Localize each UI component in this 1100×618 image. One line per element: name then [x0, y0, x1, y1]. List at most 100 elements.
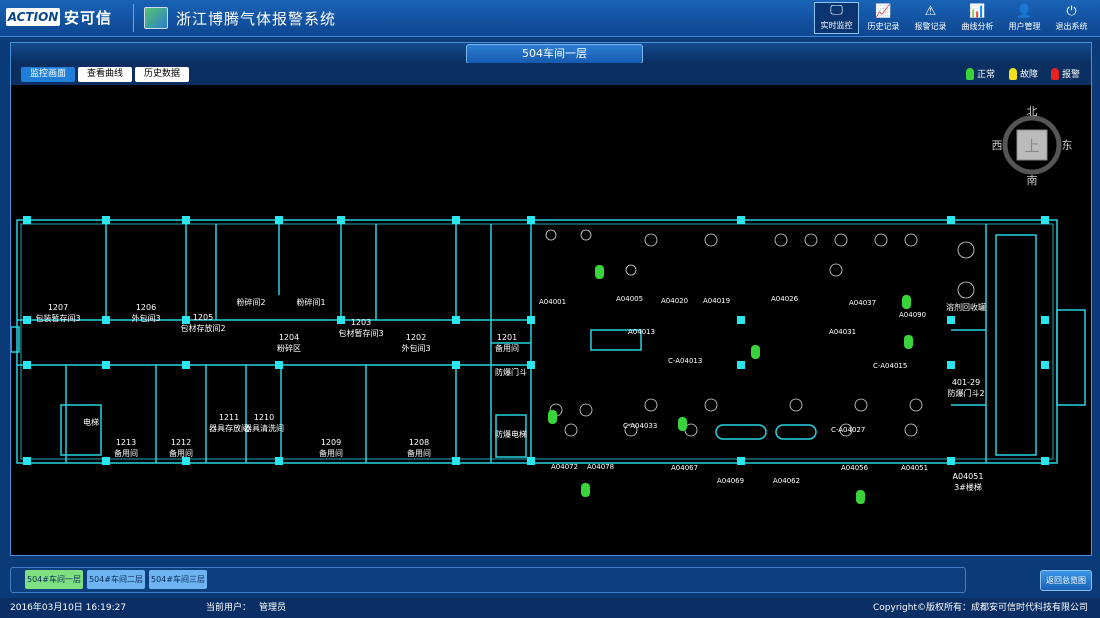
logo-badge: ACTION [6, 8, 60, 26]
svg-text:A04026: A04026 [771, 295, 799, 303]
floor-button-3[interactable]: 504#车间三层 [149, 570, 207, 589]
compass-east: 东 [1062, 139, 1073, 152]
svg-text:1205: 1205 [193, 313, 213, 322]
floor-plan: 上 北 南 西 东 1207 包装暂存间3 1206 外包间3 1205 包材存… [11, 105, 1086, 504]
svg-text:外包间3: 外包间3 [401, 343, 430, 353]
svg-text:电梯: 电梯 [83, 417, 99, 427]
status-fault-icon [1009, 67, 1017, 80]
svg-text:1207: 1207 [48, 303, 68, 312]
svg-text:1212: 1212 [171, 438, 191, 447]
svg-text:备用间: 备用间 [495, 343, 519, 353]
svg-text:A04019: A04019 [703, 297, 730, 305]
svg-text:1206: 1206 [136, 303, 156, 312]
svg-text:1204: 1204 [279, 333, 299, 342]
svg-text:A04069: A04069 [717, 477, 744, 485]
svg-text:A04031: A04031 [829, 328, 856, 336]
nav-user[interactable]: 👤 用户管理 [1002, 2, 1047, 34]
svg-text:1210: 1210 [254, 413, 274, 422]
status-bar: 2016年03月10日 16:19:27 当前用户： 管理员 Copyright… [0, 598, 1100, 618]
svg-text:粉碎间1: 粉碎间1 [296, 297, 325, 307]
equipment-labels: A04001 A04005 A04020 A04019 A04026 A0403… [539, 295, 928, 485]
svg-text:A04078: A04078 [587, 463, 614, 471]
svg-text:3#楼梯: 3#楼梯 [954, 482, 982, 492]
status-normal-icon [966, 67, 974, 80]
app-title: 浙江博腾气体报警系统 [176, 10, 337, 28]
svg-text:粉碎区: 粉碎区 [277, 343, 301, 353]
app-icon [144, 7, 168, 29]
compass: 上 北 南 西 东 [992, 105, 1073, 187]
power-icon: ⏻ [1066, 4, 1077, 19]
building-walls [11, 219, 1086, 464]
svg-text:1202: 1202 [406, 333, 426, 342]
tab-curves[interactable]: 查看曲线 [78, 67, 132, 82]
sensor-icon [548, 410, 557, 424]
chart-line-icon: 📈 [875, 4, 892, 19]
nav-label: 曲线分析 [961, 22, 994, 31]
svg-text:备用间: 备用间 [114, 448, 138, 458]
sensor-icon [904, 335, 913, 349]
nav-label: 实时监控 [820, 21, 853, 30]
legend-fault: 故障 [1009, 67, 1038, 80]
svg-text:A04072: A04072 [551, 463, 578, 471]
svg-text:1213: 1213 [116, 438, 136, 447]
sensor-icon [581, 483, 590, 497]
svg-text:防爆门斗2: 防爆门斗2 [947, 388, 984, 398]
equipment [545, 229, 975, 437]
tab-monitor[interactable]: 监控画面 [21, 67, 75, 82]
status-user-label: 当前用户： [206, 603, 252, 613]
nav-label: 退出系统 [1055, 22, 1088, 31]
svg-text:A04090: A04090 [899, 311, 926, 319]
compass-south: 南 [1027, 174, 1038, 187]
svg-text:C-A04027: C-A04027 [831, 426, 865, 434]
svg-text:包材存放间2: 包材存放间2 [180, 323, 225, 333]
logo-text: 安可信 [64, 8, 113, 27]
compass-north: 北 [1027, 105, 1038, 118]
sensor-icon [856, 490, 865, 504]
return-overview-button[interactable]: 返回总览图 [1040, 570, 1092, 591]
svg-text:C-A04015: C-A04015 [873, 362, 907, 370]
sensor-icon [751, 345, 760, 359]
columns [23, 216, 1049, 465]
svg-text:A04056: A04056 [841, 464, 869, 472]
svg-text:A04005: A04005 [616, 295, 643, 303]
status-copyright: Copyright©版权所有：成都安可信时代科技有限公司 [873, 603, 1088, 613]
svg-text:包装暂存间3: 包装暂存间3 [35, 313, 80, 323]
svg-text:A04051: A04051 [953, 472, 984, 481]
floor-button-2[interactable]: 504#车间二层 [87, 570, 145, 589]
svg-text:1201: 1201 [497, 333, 517, 342]
svg-text:1211: 1211 [219, 413, 239, 422]
nav-warning[interactable]: ⚠ 报警记录 [908, 2, 953, 34]
svg-text:防爆电梯: 防爆电梯 [495, 429, 527, 439]
svg-text:外包间3: 外包间3 [131, 313, 160, 323]
svg-text:备用间: 备用间 [169, 448, 193, 458]
sensor-icon [595, 265, 604, 279]
floor-button-1[interactable]: 504#车间一层 [25, 570, 83, 589]
nav-analysis[interactable]: 📊 曲线分析 [955, 2, 1000, 34]
svg-text:C-A04033: C-A04033 [623, 422, 657, 430]
nav-chart-line[interactable]: 📈 历史记录 [861, 2, 906, 34]
user-icon: 👤 [1016, 4, 1033, 19]
compass-center: 上 [1024, 137, 1039, 155]
svg-text:A04020: A04020 [661, 297, 688, 305]
nav-power[interactable]: ⏻ 退出系统 [1049, 2, 1094, 34]
svg-text:A04051: A04051 [901, 464, 928, 472]
monitor-icon: 🖵 [830, 3, 843, 18]
nav-label: 报警记录 [914, 22, 947, 31]
status-alarm-icon [1051, 67, 1059, 80]
legend-normal: 正常 [966, 67, 995, 80]
nav-monitor[interactable]: 🖵 实时监控 [814, 2, 859, 34]
svg-text:备用间: 备用间 [407, 448, 431, 458]
svg-text:A04062: A04062 [773, 477, 800, 485]
svg-text:A04001: A04001 [539, 298, 566, 306]
svg-text:包材暂存间3: 包材暂存间3 [338, 328, 383, 338]
svg-text:1208: 1208 [409, 438, 429, 447]
svg-text:C-A04013: C-A04013 [668, 357, 702, 365]
status-datetime: 2016年03月10日 16:19:27 [10, 603, 127, 613]
svg-text:粉碎间2: 粉碎间2 [236, 297, 265, 307]
svg-text:401-29: 401-29 [952, 378, 980, 387]
svg-text:备用间: 备用间 [319, 448, 343, 458]
tab-history[interactable]: 历史数据 [135, 67, 189, 82]
legend-alarm: 报警 [1051, 67, 1080, 80]
svg-text:器具清洗间: 器具清洗间 [244, 423, 284, 433]
svg-text:A04067: A04067 [671, 464, 698, 472]
